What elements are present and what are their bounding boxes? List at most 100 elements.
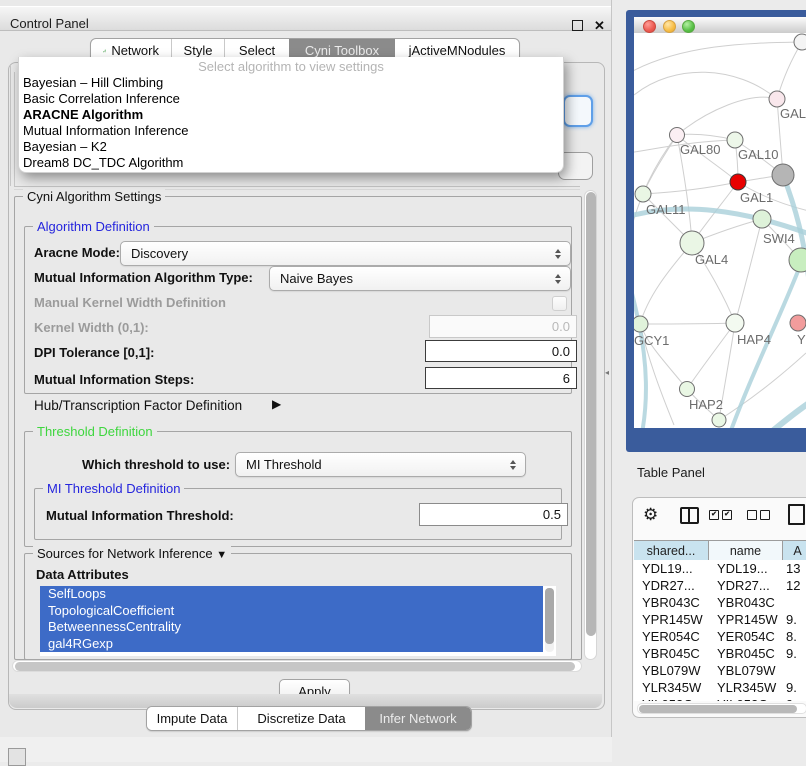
column-header-clipped[interactable]: A [783,541,806,560]
table-row[interactable]: YBR045CYBR045C9. [634,645,806,662]
kernel-width-field: 0.0 [429,315,577,338]
dropdown-option[interactable]: Basic Correlation Inference [19,91,563,107]
disclosure-down-icon[interactable]: ▼ [216,549,227,561]
settings-horizontal-scrollbar-thumb[interactable] [15,662,575,671]
mi-type-label: Mutual Information Algorithm Type: [34,270,253,285]
network-node[interactable] [712,413,726,427]
settings-vertical-scrollbar-thumb[interactable] [586,192,596,636]
mi-threshold-field[interactable]: 0.5 [419,503,568,526]
attribute-item-selected[interactable]: gal4RGexp [40,636,543,653]
tab-impute-data[interactable]: Impute Data [147,707,237,730]
node-label: GAL4 [695,252,728,267]
aracne-mode-label: Aracne Mode: [34,245,120,260]
close-icon[interactable]: ✕ [594,18,605,34]
attribute-item-selected[interactable]: TopologicalCoefficient [40,603,543,620]
table-row[interactable]: YDR27...YDR27...12 [634,577,806,594]
table-row[interactable]: YBL079WYBL079W [634,662,806,679]
gear-icon[interactable]: ⚙ [643,505,658,525]
network-node[interactable] [680,382,695,397]
dropdown-option[interactable]: Bayesian – K2 [19,139,563,155]
mi-steps-value: 6 [563,371,570,386]
network-node[interactable] [790,315,806,331]
attributes-scrollbar-thumb[interactable] [545,588,554,644]
network-node[interactable] [635,186,651,202]
mi-steps-field[interactable]: 6 [425,367,577,389]
table-row[interactable]: YDL19...YDL19...13 [634,560,806,577]
hidden-focused-combobox-fragment[interactable] [563,95,593,127]
dpi-tolerance-label: DPI Tolerance [0,1]: [34,345,154,360]
attributes-scrollbar[interactable] [545,588,554,652]
table-horizontal-scrollbar-thumb[interactable] [639,705,797,713]
cyni-algorithm-settings-title: Cyni Algorithm Settings [23,189,165,204]
which-threshold-combobox[interactable]: MI Threshold [235,452,526,477]
dropdown-option-selected[interactable]: ARACNE Algorithm [19,107,563,123]
hidden-groupbox-bottom [14,186,580,187]
dropdown-option[interactable]: Dream8 DC_TDC Algorithm [19,155,563,171]
network-node[interactable] [730,174,746,190]
control-panel-titlebar: Control Panel ✕ [0,6,611,31]
table-header-row: shared... name A [634,540,806,561]
table-row[interactable]: YER054CYER054C8. [634,628,806,645]
chevron-up-down-icon [553,274,562,284]
dropdown-option[interactable]: Bayesian – Hill Climbing [19,75,563,91]
tab-discretize-data[interactable]: Discretize Data [237,707,365,730]
mac-minimize-icon[interactable] [663,20,676,33]
column-header-shared-name[interactable]: shared... [634,541,709,560]
table-row[interactable]: YIL052CYIL052C9. [634,696,806,701]
table-row[interactable]: YLR345WYLR345W9. [634,679,806,696]
network-node[interactable] [634,316,648,332]
dpi-tolerance-field[interactable]: 0.0 [425,340,577,362]
table-row[interactable]: YPR145WYPR145W9. [634,611,806,628]
mi-threshold-label: Mutual Information Threshold: [46,508,234,523]
algorithm-definition-title: Algorithm Definition [33,219,154,234]
unchecked-box-icon[interactable] [760,510,770,520]
manual-kernel-checkbox[interactable] [552,296,567,311]
network-node[interactable] [789,248,806,272]
node-label: HAP4 [737,332,771,347]
unchecked-box-icon[interactable] [747,510,757,520]
network-node[interactable] [794,34,806,50]
float-window-icon[interactable] [572,20,583,31]
network-node[interactable] [727,132,743,148]
network-graph[interactable]: GALGAL80GAL10GAL1GAL11SWI4GAL4GCY1HAP4YH… [634,33,806,428]
network-node[interactable] [753,210,771,228]
aracne-mode-combobox[interactable]: Discovery [120,241,571,266]
disclosure-right-icon[interactable]: ▶ [272,397,281,411]
data-attributes-list: SelfLoops TopologicalCoefficient Between… [40,586,556,656]
network-node[interactable] [726,314,744,332]
chevron-up-down-icon [553,249,562,259]
attribute-item-selected[interactable]: SelfLoops [40,586,543,603]
table-row[interactable]: YBR043CYBR043C [634,594,806,611]
network-canvas[interactable]: GALGAL80GAL10GAL1GAL11SWI4GAL4GCY1HAP4YH… [634,33,806,428]
mi-type-combobox[interactable]: Naive Bayes [269,266,571,291]
attribute-item-selected[interactable]: BetweennessCentrality [40,619,543,636]
node-label: GAL1 [740,190,773,205]
network-node[interactable] [670,128,685,143]
tab-jactivemnodules-label: jActiveMNodules [409,43,506,58]
network-icon [103,45,106,57]
checked-box-icon[interactable]: ✔ [709,510,719,520]
tab-cyni-toolbox-label: Cyni Toolbox [305,43,379,58]
tab-infer-network[interactable]: Infer Network [365,707,471,730]
network-view-window[interactable]: GALGAL80GAL10GAL1GAL11SWI4GAL4GCY1HAP4YH… [626,10,806,452]
network-node[interactable] [769,91,785,107]
manual-kernel-label: Manual Kernel Width Definition [34,295,226,310]
algorithm-dropdown-list: Select algorithm to view settings Bayesi… [18,57,564,173]
panel-divider-handle[interactable]: ◂ [605,368,609,377]
mac-close-icon[interactable] [643,20,656,33]
split-view-icon[interactable] [680,507,699,524]
column-header-name[interactable]: name [709,541,783,560]
tab-discretize-data-label: Discretize Data [257,711,345,726]
checked-box-icon[interactable]: ✔ [722,510,732,520]
network-window-titlebar[interactable] [634,17,806,33]
dropdown-option[interactable]: Mutual Information Inference [19,123,563,139]
network-node[interactable] [772,164,794,186]
tab-network-label: Network [111,43,159,58]
dropdown-hint: Select algorithm to view settings [19,57,563,75]
which-threshold-value: MI Threshold [236,457,508,472]
mac-zoom-icon[interactable] [682,20,695,33]
document-icon[interactable] [788,504,805,525]
node-label: GAL [780,106,806,121]
tab-impute-data-label: Impute Data [157,711,228,726]
collapsed-panel-icon[interactable] [8,748,26,766]
